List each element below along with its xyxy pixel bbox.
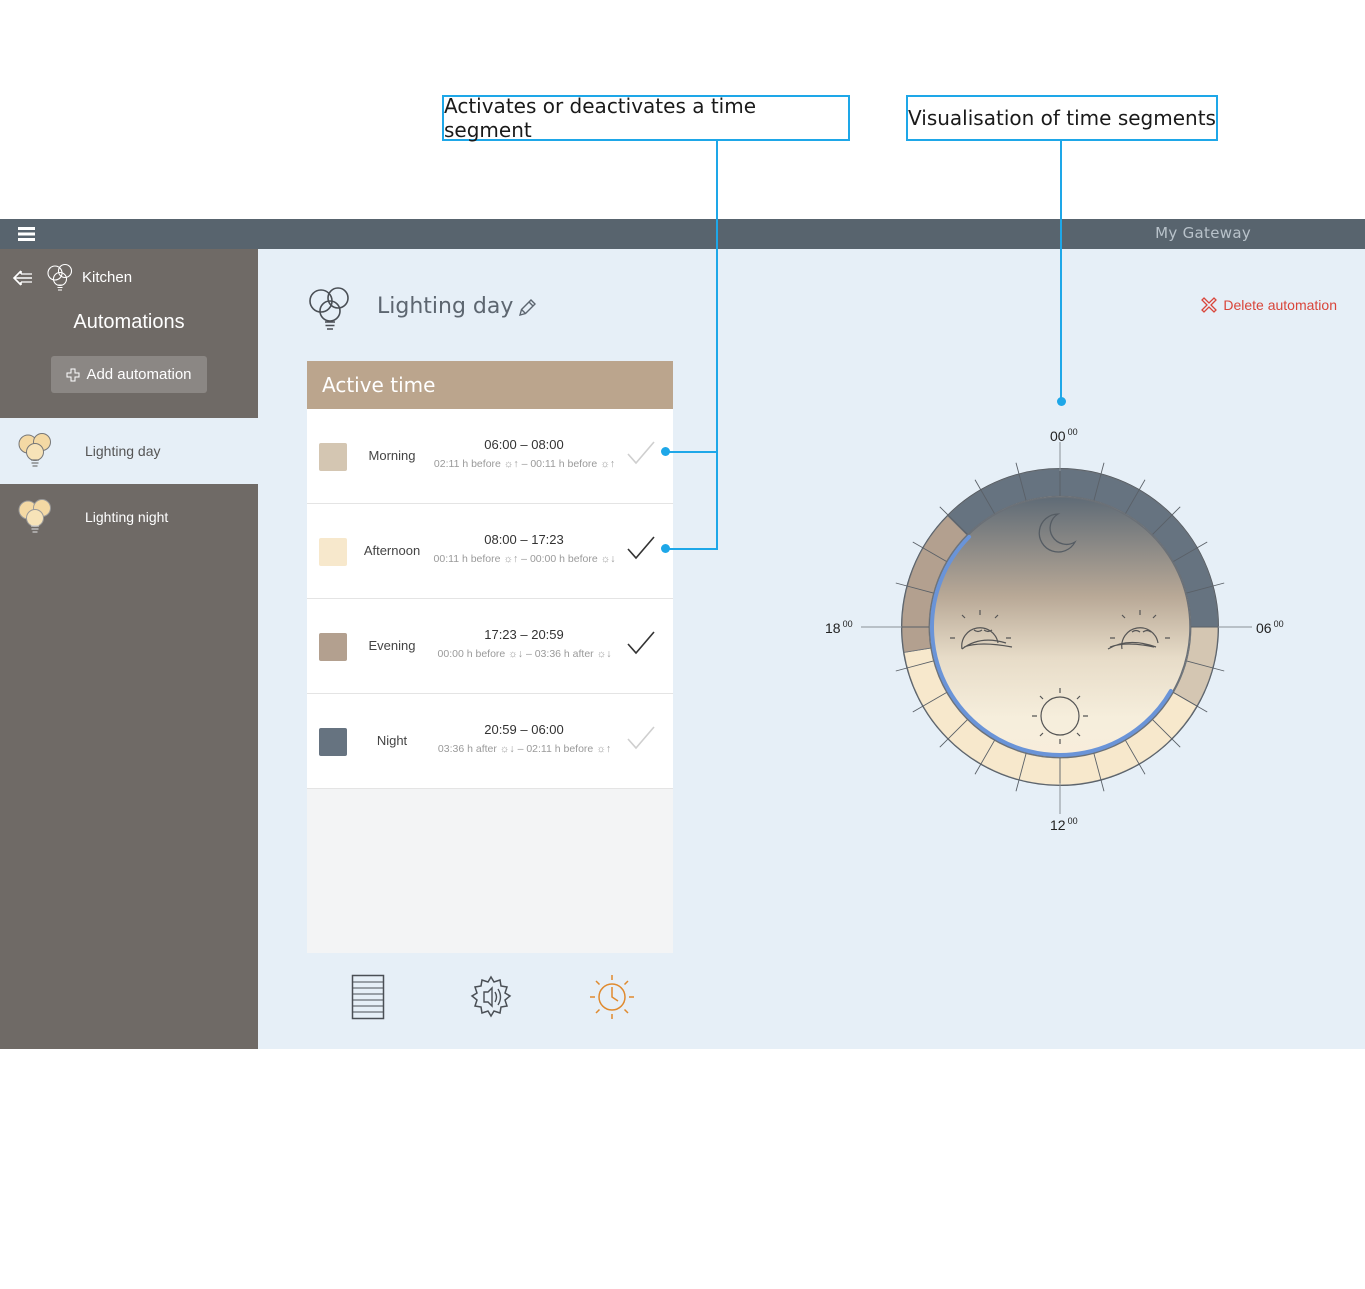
sidebar-item-label: Lighting day	[85, 443, 161, 459]
callout-connector	[1060, 141, 1062, 401]
main-content: Lighting day Delete automation Active ti…	[258, 249, 1365, 1049]
callout-activate-text: Activates or deactivates a time segment	[444, 94, 757, 142]
sidebar-item-label: Lighting night	[85, 509, 169, 525]
callout-connector-dot	[661, 447, 670, 456]
callout-visualisation: Visualisation of time segments	[906, 95, 1218, 141]
back-arrow-icon[interactable]	[12, 269, 34, 287]
add-automation-label: Add automation	[86, 366, 192, 383]
dial-label-18: 18 00	[825, 619, 853, 636]
callout-connector-dot	[1057, 397, 1066, 406]
dial-label-12: 12 00	[1050, 816, 1078, 833]
add-automation-button[interactable]: Add automation	[51, 356, 207, 393]
bulbs-group-icon	[47, 263, 73, 291]
bulbs-icon	[18, 499, 51, 533]
app-window: My Gateway Kitchen Automations Add autom…	[0, 219, 1365, 1049]
gateway-name[interactable]: My Gateway	[1155, 224, 1251, 242]
callout-connector	[716, 141, 718, 550]
time-segments-dial: 00 00 06 00 12 00 18 00	[825, 427, 1284, 833]
callout-connector	[666, 451, 718, 453]
sidebar: Kitchen Automations Add automation Light…	[0, 249, 258, 1049]
sidebar-item-lighting-night[interactable]: Lighting night	[0, 484, 258, 550]
dial-label-06: 06 00	[1256, 619, 1284, 636]
callout-connector-dot	[661, 544, 670, 553]
automations-title: Automations	[73, 311, 185, 333]
room-name: Kitchen	[82, 269, 133, 286]
plus-icon	[66, 368, 80, 381]
bulbs-icon	[18, 433, 51, 467]
hamburger-menu-icon[interactable]	[18, 226, 35, 242]
dial-label-00: 00 00	[1050, 427, 1078, 444]
top-bar: My Gateway	[0, 219, 1365, 249]
callout-visualisation-text: Visualisation of time segments	[908, 106, 1216, 130]
callout-connector	[666, 548, 718, 550]
sidebar-item-lighting-day[interactable]: Lighting day	[0, 418, 258, 484]
callout-activate-segment: Activates or deactivates a time segment	[442, 94, 850, 142]
